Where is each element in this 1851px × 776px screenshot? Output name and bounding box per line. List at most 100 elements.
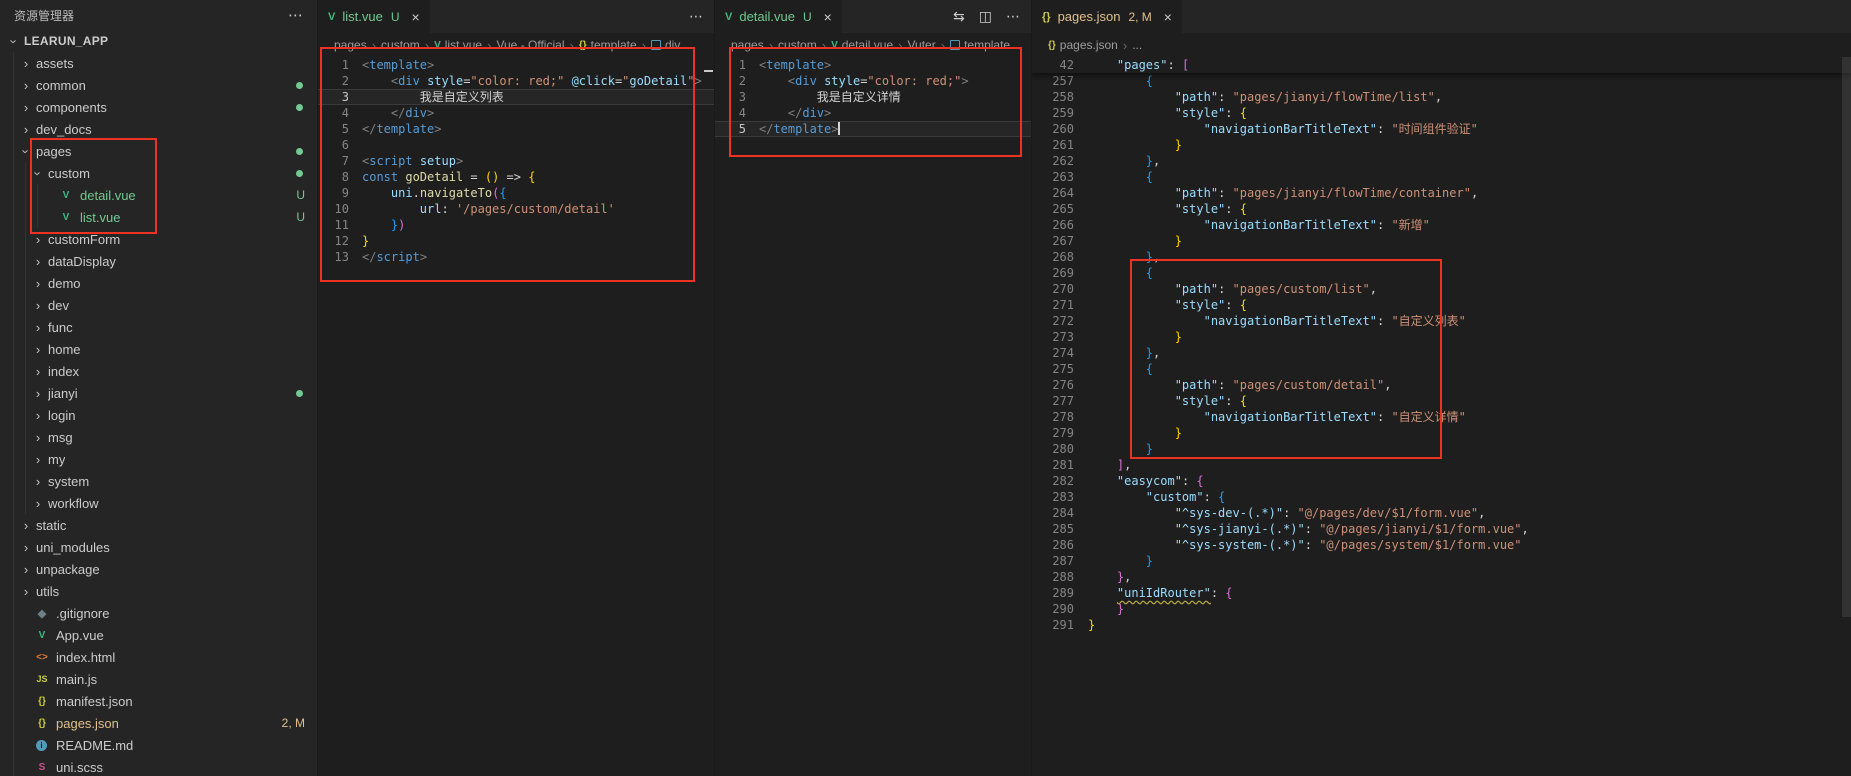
breadcrumb-item-list.vue[interactable]: Vlist.vue: [434, 38, 482, 52]
tree-item-msg[interactable]: ›msg: [0, 426, 317, 448]
code-line-267[interactable]: 267 }: [1032, 233, 1851, 249]
chevron-right-icon[interactable]: ›: [18, 518, 34, 533]
code-line-7[interactable]: 7<script setup>: [318, 153, 715, 169]
code-line-13[interactable]: 13</script>: [318, 249, 715, 265]
code-line-261[interactable]: 261 }: [1032, 137, 1851, 153]
code-line-280[interactable]: 280 }: [1032, 441, 1851, 457]
tree-item-jianyi[interactable]: ›jianyi: [0, 382, 317, 404]
code-line-263[interactable]: 263 {: [1032, 169, 1851, 185]
close-icon[interactable]: ×: [1164, 9, 1172, 25]
code-editor-list-vue[interactable]: 1<template>2 <div style="color: red;" @c…: [318, 57, 715, 776]
code-line-42[interactable]: 42 "pages": [: [1032, 57, 1851, 73]
tree-item-uni_modules[interactable]: ›uni_modules: [0, 536, 317, 558]
code-line-4[interactable]: 4 </div>: [715, 105, 1032, 121]
breadcrumb-item-pages.json[interactable]: {}pages.json: [1048, 38, 1118, 52]
close-icon[interactable]: ×: [824, 9, 832, 25]
more-icon[interactable]: ⋯: [689, 8, 703, 25]
breadcrumb-item-...[interactable]: ...: [1132, 38, 1142, 52]
code-line-6[interactable]: 6: [318, 137, 715, 153]
code-line-288[interactable]: 288 },: [1032, 569, 1851, 585]
chevron-right-icon[interactable]: ›: [30, 320, 46, 335]
code-line-276[interactable]: 276 "path": "pages/custom/detail",: [1032, 377, 1851, 393]
split-editor-icon[interactable]: ◫: [979, 8, 992, 25]
breadcrumb-item-custom[interactable]: custom: [778, 38, 817, 52]
code-line-11[interactable]: 11 }): [318, 217, 715, 233]
tree-item-system[interactable]: ›system: [0, 470, 317, 492]
code-line-283[interactable]: 283 "custom": {: [1032, 489, 1851, 505]
breadcrumb-item-custom[interactable]: custom: [381, 38, 420, 52]
chevron-right-icon[interactable]: ›: [30, 408, 46, 423]
tree-item-pages.json[interactable]: {}pages.json2, M: [0, 712, 317, 734]
tree-item-assets[interactable]: ›assets: [0, 52, 317, 74]
code-line-273[interactable]: 273 }: [1032, 329, 1851, 345]
tree-item-dataDisplay[interactable]: ›dataDisplay: [0, 250, 317, 272]
code-line-2[interactable]: 2 <div style="color: red;">: [715, 73, 1032, 89]
tree-root-learun-app[interactable]: › LEARUN_APP: [0, 30, 317, 52]
tree-item-common[interactable]: ›common: [0, 74, 317, 96]
chevron-right-icon[interactable]: ›: [30, 430, 46, 445]
code-line-258[interactable]: 258 "path": "pages/jianyi/flowTime/list"…: [1032, 89, 1851, 105]
code-line-290[interactable]: 290 }: [1032, 601, 1851, 617]
tree-item-README.md[interactable]: iREADME.md: [0, 734, 317, 756]
code-line-275[interactable]: 275 {: [1032, 361, 1851, 377]
chevron-right-icon[interactable]: ›: [30, 364, 46, 379]
tree-item-static[interactable]: ›static: [0, 514, 317, 536]
tree-item-home[interactable]: ›home: [0, 338, 317, 360]
chevron-right-icon[interactable]: ›: [30, 496, 46, 511]
chevron-right-icon[interactable]: ›: [30, 452, 46, 467]
chevron-right-icon[interactable]: ›: [30, 342, 46, 357]
chevron-right-icon[interactable]: ›: [30, 254, 46, 269]
tab-pages-json[interactable]: {}pages.json2, M×: [1032, 0, 1183, 33]
code-line-9[interactable]: 9 uni.navigateTo({: [318, 185, 715, 201]
chevron-down-icon[interactable]: ›: [31, 165, 46, 181]
code-line-291[interactable]: 291}: [1032, 617, 1851, 633]
code-line-284[interactable]: 284 "^sys-dev-(.*)": "@/pages/dev/$1/for…: [1032, 505, 1851, 521]
tree-item-dev[interactable]: ›dev: [0, 294, 317, 316]
code-line-278[interactable]: 278 "navigationBarTitleText": "自定义详情": [1032, 409, 1851, 425]
chevron-right-icon[interactable]: ›: [18, 100, 34, 115]
code-line-10[interactable]: 10 url: '/pages/custom/detail': [318, 201, 715, 217]
code-line-270[interactable]: 270 "path": "pages/custom/list",: [1032, 281, 1851, 297]
chevron-right-icon[interactable]: ›: [30, 276, 46, 291]
tree-item-login[interactable]: ›login: [0, 404, 317, 426]
tree-item-uni.scss[interactable]: Suni.scss: [0, 756, 317, 776]
open-changes-icon[interactable]: ⇆: [953, 8, 965, 25]
chevron-right-icon[interactable]: ›: [18, 562, 34, 577]
code-line-279[interactable]: 279 }: [1032, 425, 1851, 441]
code-line-257[interactable]: 257 {: [1032, 73, 1851, 89]
tree-item-detail.vue[interactable]: Vdetail.vueU: [0, 184, 317, 206]
code-line-259[interactable]: 259 "style": {: [1032, 105, 1851, 121]
breadcrumb-item-template[interactable]: {}template: [579, 38, 637, 52]
code-line-264[interactable]: 264 "path": "pages/jianyi/flowTime/conta…: [1032, 185, 1851, 201]
code-line-2[interactable]: 2 <div style="color: red;" @click="goDet…: [318, 73, 715, 89]
tree-item-main.js[interactable]: JSmain.js: [0, 668, 317, 690]
tree-item-customForm[interactable]: ›customForm: [0, 228, 317, 250]
code-line-281[interactable]: 281 ],: [1032, 457, 1851, 473]
tree-item-App.vue[interactable]: VApp.vue: [0, 624, 317, 646]
tab-detail-vue[interactable]: Vdetail.vueU×: [715, 0, 843, 33]
breadcrumb-item-pages[interactable]: pages: [731, 38, 764, 52]
code-line-282[interactable]: 282 "easycom": {: [1032, 473, 1851, 489]
tree-item-.gitignore[interactable]: ◆.gitignore: [0, 602, 317, 624]
code-line-1[interactable]: 1<template>: [318, 57, 715, 73]
breadcrumb-item-template[interactable]: template: [950, 38, 1010, 52]
code-line-5[interactable]: 5</template>: [715, 121, 1032, 137]
breadcrumb-item-Vue - Official[interactable]: Vue - Official: [496, 38, 564, 52]
chevron-right-icon[interactable]: ›: [18, 584, 34, 599]
tree-item-func[interactable]: ›func: [0, 316, 317, 338]
chevron-right-icon[interactable]: ›: [30, 232, 46, 247]
tree-item-manifest.json[interactable]: {}manifest.json: [0, 690, 317, 712]
code-line-262[interactable]: 262 },: [1032, 153, 1851, 169]
chevron-right-icon[interactable]: ›: [18, 78, 34, 93]
tree-item-demo[interactable]: ›demo: [0, 272, 317, 294]
tree-item-pages[interactable]: ›pages: [0, 140, 317, 162]
code-line-289[interactable]: 289 "uniIdRouter": {: [1032, 585, 1851, 601]
tree-item-workflow[interactable]: ›workflow: [0, 492, 317, 514]
close-icon[interactable]: ×: [411, 9, 419, 25]
more-actions-icon[interactable]: ⋯: [288, 6, 303, 24]
code-line-268[interactable]: 268 },: [1032, 249, 1851, 265]
code-line-260[interactable]: 260 "navigationBarTitleText": "时间组件验证": [1032, 121, 1851, 137]
chevron-right-icon[interactable]: ›: [18, 56, 34, 71]
tree-item-utils[interactable]: ›utils: [0, 580, 317, 602]
chevron-down-icon[interactable]: ›: [19, 143, 34, 159]
